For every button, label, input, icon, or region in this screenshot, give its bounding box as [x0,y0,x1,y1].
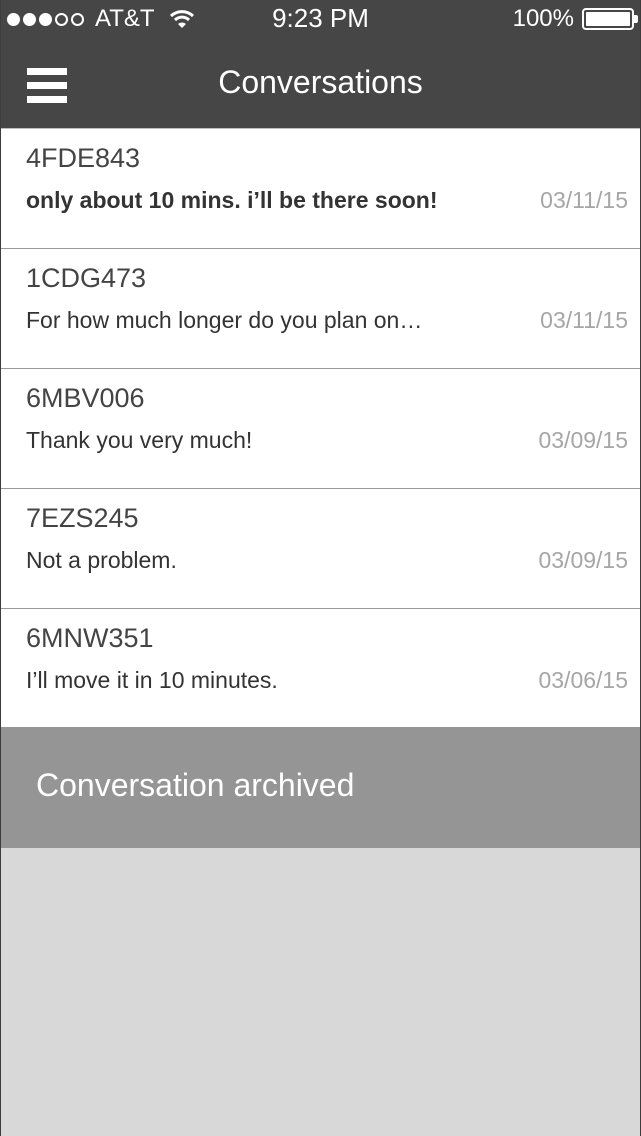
top-bar: AT&T 9:23 PM 100% Conversations [1,0,640,128]
conversation-date: 03/09/15 [538,427,628,453]
conversation-date: 03/06/15 [538,667,628,693]
battery-percent: 100% [512,5,574,32]
status-bar: AT&T 9:23 PM 100% [1,0,640,36]
conversation-row[interactable]: 4FDE843 only about 10 mins. i’ll be ther… [1,128,640,248]
phone-screen: AT&T 9:23 PM 100% Conversations 4FDE843 … [0,0,641,1136]
conversation-list: 4FDE843 only about 10 mins. i’ll be ther… [1,128,640,728]
conversation-row[interactable]: 1CDG473 For how much longer do you plan … [1,248,640,368]
conversation-row[interactable]: 6MNW351 I’ll move it in 10 minutes. 03/0… [1,608,640,728]
toast-message: Conversation archived [36,767,355,803]
page-title: Conversations [218,64,423,100]
conversation-plate: 6MBV006 [26,383,145,413]
conversation-message: only about 10 mins. i’ll be there soon! [26,187,438,213]
conversation-row[interactable]: 7EZS245 Not a problem. 03/09/15 [1,488,640,608]
empty-list-area [1,848,640,1136]
conversation-message: For how much longer do you plan on… [26,307,423,333]
status-right: 100% [512,5,638,33]
conversation-date: 03/09/15 [538,547,628,573]
conversation-message: Thank you very much! [26,427,253,453]
conversation-message: Not a problem. [26,547,177,573]
conversation-message: I’ll move it in 10 minutes. [26,667,278,693]
conversation-plate: 6MNW351 [26,623,154,653]
conversation-row[interactable]: 6MBV006 Thank you very much! 03/09/15 [1,368,640,488]
nav-bar: Conversations [1,36,640,128]
conversation-date: 03/11/15 [540,187,628,213]
conversation-plate: 1CDG473 [26,263,147,293]
conversation-date: 03/11/15 [540,307,628,333]
conversation-plate: 7EZS245 [26,503,139,533]
conversation-plate: 4FDE843 [26,143,141,173]
archived-toast[interactable]: Conversation archived [1,727,640,848]
battery-icon [582,8,638,30]
